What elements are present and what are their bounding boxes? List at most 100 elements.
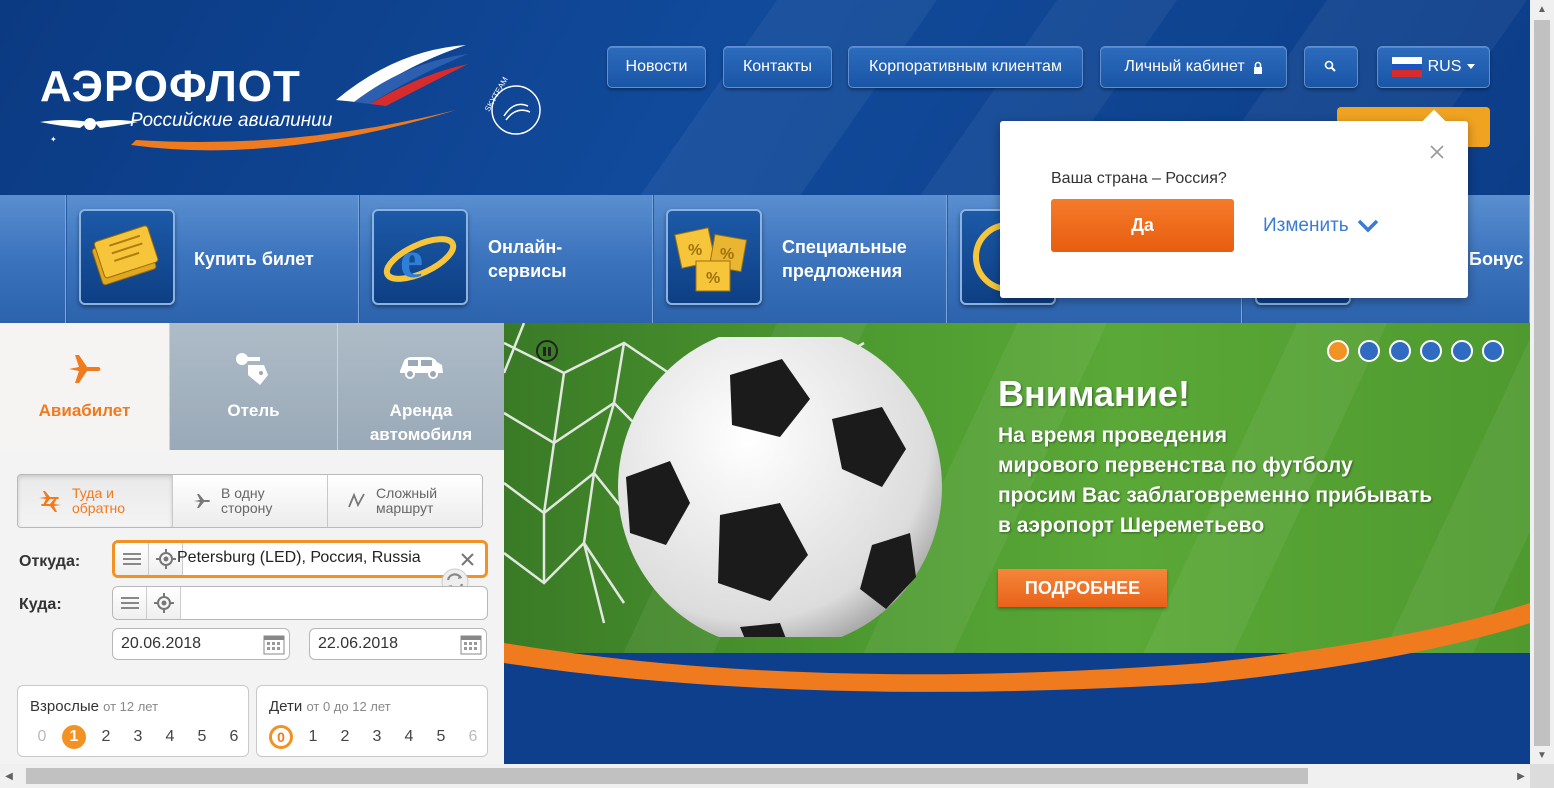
- football-ball-icon: [618, 337, 942, 637]
- logo-text: АЭРОФЛОТ: [40, 62, 301, 111]
- ie-globe-icon: e: [372, 209, 468, 305]
- nav-news-button[interactable]: Новости: [607, 46, 706, 88]
- nav-account-button[interactable]: Личный кабинет: [1100, 46, 1287, 88]
- slider-dot[interactable]: [1327, 340, 1349, 362]
- list-icon: [120, 597, 139, 609]
- category-buy-ticket[interactable]: Купить билет: [66, 195, 359, 323]
- banner-more-button[interactable]: ПОДРОБНЕЕ: [998, 569, 1167, 607]
- lock-icon: [1253, 61, 1262, 74]
- from-input-value[interactable]: Petersburg (LED), Россия, Russia: [177, 549, 449, 567]
- slider-dot[interactable]: [1451, 340, 1473, 362]
- trip-multicity-option[interactable]: Сложный маршрут: [328, 475, 482, 527]
- children-option[interactable]: 6: [457, 724, 489, 750]
- chevron-down-icon: [1357, 219, 1378, 233]
- airplane-icon: [68, 355, 100, 383]
- adults-option[interactable]: 2: [90, 724, 122, 750]
- to-list-button[interactable]: [113, 587, 147, 619]
- language-selector[interactable]: RUS: [1377, 46, 1490, 88]
- oneway-plane-icon: [194, 494, 210, 508]
- children-option[interactable]: 1: [297, 724, 329, 750]
- category-buy-ticket-label: Купить билет: [194, 249, 314, 269]
- adults-option[interactable]: 4: [154, 724, 186, 750]
- from-label: Откуда:: [19, 553, 81, 570]
- close-icon[interactable]: [1428, 143, 1446, 161]
- category-bonus-label: Бонус: [1469, 249, 1524, 269]
- slider-dot[interactable]: [1389, 340, 1411, 362]
- vertical-scrollbar[interactable]: ▲ ▼: [1530, 0, 1554, 764]
- car-icon: [400, 357, 443, 379]
- trip-roundtrip-option[interactable]: Туда и обратно: [18, 475, 173, 527]
- vertical-scroll-thumb[interactable]: [1534, 20, 1550, 746]
- category-special-offers-label: Специальные предложения: [782, 237, 907, 281]
- search-icon: [1324, 60, 1336, 72]
- slider-dot[interactable]: [1358, 340, 1380, 362]
- country-question: Ваша страна – Россия?: [1051, 170, 1227, 187]
- nav-corporate-button[interactable]: Корпоративным клиентам: [848, 46, 1083, 88]
- slider-dot[interactable]: [1482, 340, 1504, 362]
- svg-text:e: e: [400, 232, 423, 289]
- return-date-value[interactable]: 22.06.2018: [318, 635, 398, 653]
- tab-hotel[interactable]: Отель: [169, 323, 337, 450]
- horizontal-scroll-thumb[interactable]: [26, 768, 1308, 784]
- to-label: Куда:: [19, 596, 62, 613]
- slider-dots: [1327, 340, 1504, 362]
- adults-title: Взрослые: [30, 698, 99, 715]
- crosshair-icon: [155, 549, 176, 569]
- from-list-button[interactable]: [115, 543, 149, 575]
- aeroflot-logo[interactable]: ✦ АЭРОФЛОТ Российские авиалинии SKYTEAM: [36, 40, 556, 170]
- caret-down-icon: [1467, 64, 1476, 69]
- children-option[interactable]: 3: [361, 724, 393, 750]
- search-button[interactable]: [1304, 46, 1358, 88]
- svg-text:%: %: [706, 270, 720, 287]
- banner-text: На время проведения мирового первенства …: [998, 424, 1433, 537]
- children-option-selected[interactable]: 0: [265, 724, 297, 750]
- calendar-icon[interactable]: [263, 633, 285, 655]
- svg-text:%: %: [720, 246, 734, 263]
- category-online-services-label: Онлайн- сервисы: [488, 237, 567, 281]
- category-online-services[interactable]: e Онлайн- сервисы: [359, 195, 653, 323]
- to-locate-button[interactable]: [147, 587, 181, 619]
- tickets-icon: [79, 209, 175, 305]
- discount-cubes-icon: % % %: [666, 209, 762, 305]
- calendar-icon[interactable]: [460, 633, 482, 655]
- tab-hotel-label: Отель: [227, 401, 280, 420]
- to-field[interactable]: [112, 586, 488, 620]
- tab-flight-label: Авиабилет: [38, 401, 131, 420]
- tab-flight[interactable]: Авиабилет: [0, 323, 169, 450]
- svg-text:SKYTEAM: SKYTEAM: [483, 75, 510, 113]
- adults-option[interactable]: 0: [26, 724, 58, 750]
- promo-banner[interactable]: Внимание! На время проведения мирового п…: [504, 323, 1530, 764]
- slider-pause-button[interactable]: [536, 340, 558, 362]
- slider-dot[interactable]: [1420, 340, 1442, 362]
- adults-option[interactable]: 6: [218, 724, 250, 750]
- children-option[interactable]: 4: [393, 724, 425, 750]
- horizontal-scrollbar[interactable]: ◀ ▶: [0, 764, 1530, 788]
- adults-option[interactable]: 3: [122, 724, 154, 750]
- roundtrip-plane-icon: [39, 491, 61, 512]
- country-confirm-popup: Ваша страна – Россия? Да Изменить: [1000, 109, 1468, 298]
- adults-option[interactable]: 5: [186, 724, 218, 750]
- children-selector: Дети от 0 до 12 лет 0 1 2 3 4 5 6: [256, 685, 488, 757]
- tab-car-rental[interactable]: Аренда автомобиля: [337, 323, 504, 450]
- children-option[interactable]: 2: [329, 724, 361, 750]
- nav-contacts-button[interactable]: Контакты: [723, 46, 832, 88]
- adults-option-selected[interactable]: 1: [58, 724, 90, 750]
- trip-oneway-option[interactable]: В одну сторону: [173, 475, 328, 527]
- skyteam-logo-icon: SKYTEAM: [483, 75, 541, 135]
- confirm-country-button[interactable]: Да: [1051, 199, 1234, 252]
- change-country-link[interactable]: Изменить: [1263, 215, 1379, 237]
- category-special-offers[interactable]: % % % Специальные предложения: [653, 195, 947, 323]
- russia-flag-icon: [1391, 57, 1422, 77]
- children-option[interactable]: 5: [425, 724, 457, 750]
- departure-date-field[interactable]: 20.06.2018: [112, 628, 290, 660]
- adults-hint: от 12 лет: [103, 699, 159, 714]
- return-date-field[interactable]: 22.06.2018: [309, 628, 487, 660]
- hotel-key-icon: [235, 353, 268, 385]
- svg-text:✦: ✦: [50, 135, 57, 144]
- children-hint: от 0 до 12 лет: [306, 699, 391, 714]
- clear-from-icon[interactable]: [460, 552, 475, 567]
- departure-date-value[interactable]: 20.06.2018: [121, 635, 201, 653]
- from-field[interactable]: Petersburg (LED), Россия, Russia: [112, 540, 488, 578]
- children-title: Дети: [269, 698, 303, 715]
- page-viewport: ✦ АЭРОФЛОТ Российские авиалинии SKYTEAM …: [0, 0, 1530, 764]
